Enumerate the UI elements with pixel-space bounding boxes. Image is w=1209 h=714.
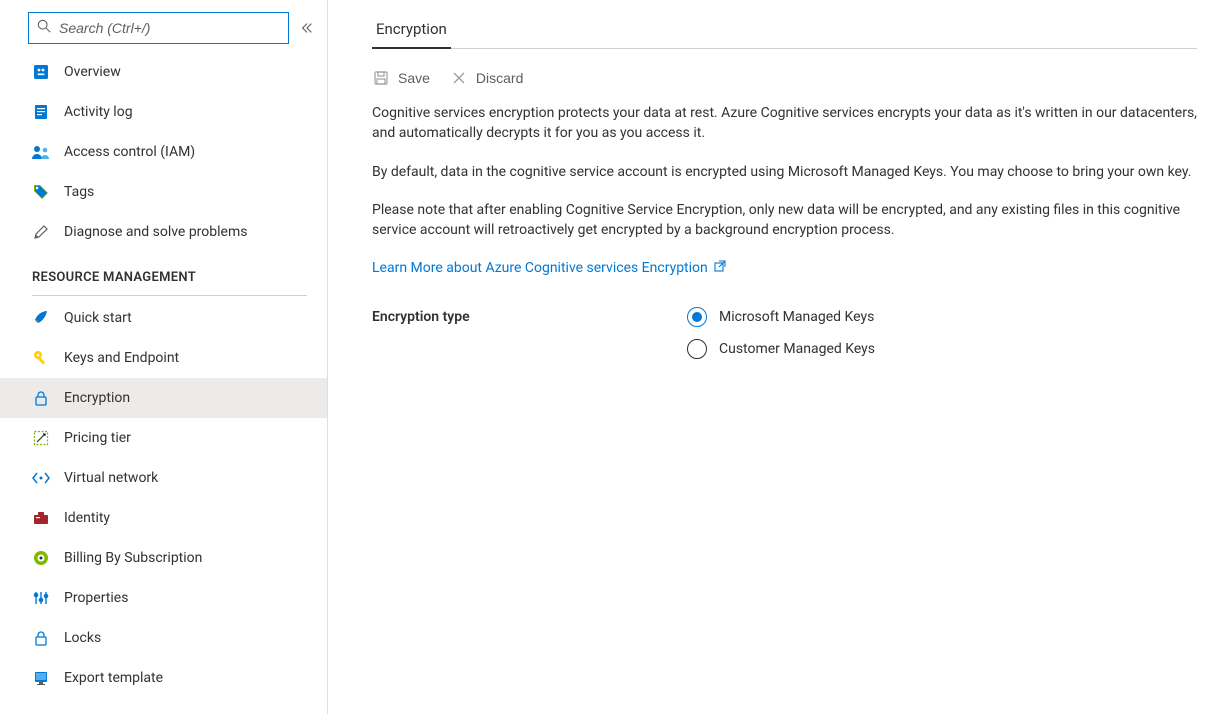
tab-row: Encryption (372, 14, 1197, 49)
pricing-icon (32, 429, 50, 447)
radio-label: Customer Managed Keys (719, 341, 875, 357)
sidebar-item-diagnose[interactable]: Diagnose and solve problems (0, 212, 327, 252)
activity-log-icon (32, 103, 50, 121)
properties-icon (32, 589, 50, 607)
sidebar-item-locks[interactable]: Locks (0, 618, 327, 658)
vnet-icon (32, 469, 50, 487)
sidebar-item-encryption[interactable]: Encryption (0, 378, 327, 418)
body-p2: By default, data in the cognitive servic… (372, 162, 1197, 182)
keys-icon (32, 349, 50, 367)
sidebar-item-label: Tags (64, 184, 94, 200)
locks-icon (32, 629, 50, 647)
overview-icon (32, 63, 50, 81)
sidebar-item-overview[interactable]: Overview (0, 52, 327, 92)
radio-microsoft-managed[interactable]: Microsoft Managed Keys (687, 307, 875, 327)
encryption-icon (32, 389, 50, 407)
sidebar-item-label: Encryption (64, 390, 130, 406)
save-button[interactable]: Save (372, 69, 430, 87)
sidebar-item-label: Virtual network (64, 470, 158, 486)
export-icon (32, 669, 50, 687)
search-input-wrapper[interactable] (28, 12, 289, 44)
identity-icon (32, 509, 50, 527)
sidebar-item-identity[interactable]: Identity (0, 498, 327, 538)
encryption-type-row: Encryption type Microsoft Managed Keys C… (372, 307, 1197, 359)
sidebar-item-label: Overview (64, 64, 121, 80)
nav-scroll[interactable]: Overview Activity log Access control (IA… (0, 52, 327, 714)
sidebar-item-tags[interactable]: Tags (0, 172, 327, 212)
save-label: Save (398, 70, 430, 86)
search-icon (37, 19, 51, 37)
sidebar-item-label: Identity (64, 510, 110, 526)
sidebar-item-label: Diagnose and solve problems (64, 224, 247, 240)
sidebar-item-label: Pricing tier (64, 430, 131, 446)
billing-icon (32, 549, 50, 567)
discard-button[interactable]: Discard (450, 69, 523, 87)
radio-customer-managed[interactable]: Customer Managed Keys (687, 339, 875, 359)
sidebar-item-keys[interactable]: Keys and Endpoint (0, 338, 327, 378)
sidebar-item-label: Quick start (64, 310, 132, 326)
sidebar-item-label: Billing By Subscription (64, 550, 202, 566)
access-control-icon (32, 143, 50, 161)
toolbar: Save Discard (372, 49, 1197, 103)
radio-circle-icon (687, 307, 707, 327)
sidebar: Overview Activity log Access control (IA… (0, 0, 328, 714)
encryption-type-group: Microsoft Managed Keys Customer Managed … (687, 307, 875, 359)
radio-label: Microsoft Managed Keys (719, 309, 874, 325)
body-text: Cognitive services encryption protects y… (372, 103, 1197, 279)
radio-circle-icon (687, 339, 707, 359)
discard-label: Discard (476, 70, 523, 86)
nav-divider (32, 295, 307, 296)
sidebar-item-virtual-network[interactable]: Virtual network (0, 458, 327, 498)
nav-section-header: RESOURCE MANAGEMENT (0, 252, 327, 291)
sidebar-item-export[interactable]: Export template (0, 658, 327, 698)
sidebar-item-label: Access control (IAM) (64, 144, 195, 160)
sidebar-item-access-control[interactable]: Access control (IAM) (0, 132, 327, 172)
sidebar-item-label: Activity log (64, 104, 133, 120)
sidebar-item-label: Export template (64, 670, 163, 686)
learn-more-label: Learn More about Azure Cognitive service… (372, 258, 708, 278)
encryption-type-label: Encryption type (372, 307, 687, 359)
sidebar-item-billing[interactable]: Billing By Subscription (0, 538, 327, 578)
tags-icon (32, 183, 50, 201)
sidebar-item-quick-start[interactable]: Quick start (0, 298, 327, 338)
sidebar-item-pricing[interactable]: Pricing tier (0, 418, 327, 458)
diagnose-icon (32, 223, 50, 241)
search-input[interactable] (59, 20, 280, 36)
quick-start-icon (32, 309, 50, 327)
tab-encryption[interactable]: Encryption (372, 14, 451, 48)
collapse-sidebar-button[interactable] (297, 18, 317, 38)
sidebar-item-activity-log[interactable]: Activity log (0, 92, 327, 132)
learn-more-link[interactable]: Learn More about Azure Cognitive service… (372, 258, 726, 278)
sidebar-item-label: Keys and Endpoint (64, 350, 179, 366)
main-content: Encryption Save Discard Cognitive servic… (328, 0, 1209, 714)
sidebar-item-properties[interactable]: Properties (0, 578, 327, 618)
sidebar-item-label: Locks (64, 630, 101, 646)
search-row (0, 0, 327, 52)
body-p1: Cognitive services encryption protects y… (372, 103, 1197, 144)
discard-icon (450, 69, 468, 87)
external-link-icon (714, 258, 726, 278)
save-icon (372, 69, 390, 87)
sidebar-item-label: Properties (64, 590, 128, 606)
body-p3: Please note that after enabling Cognitiv… (372, 200, 1197, 241)
